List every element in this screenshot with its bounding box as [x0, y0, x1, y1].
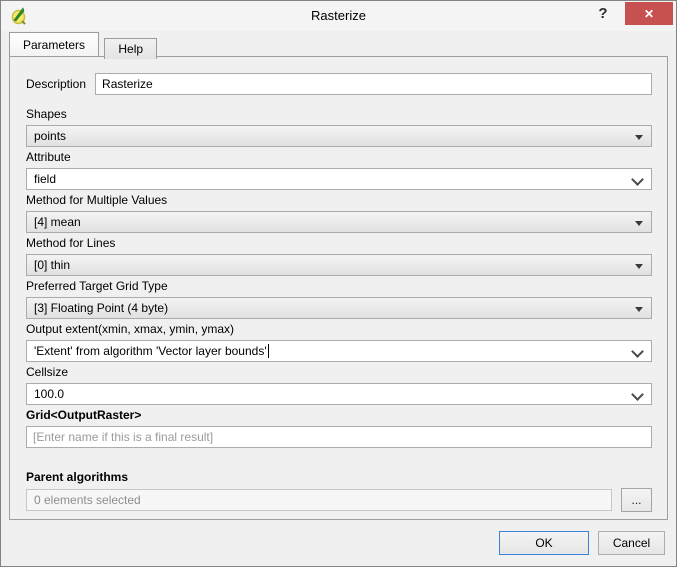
grid-type-select[interactable]: [3] Floating Point (4 byte) [26, 297, 652, 319]
method-multiple-values-label: Method for Multiple Values [26, 193, 652, 207]
cellsize-combobox[interactable]: 100.0 [26, 383, 652, 405]
method-multiple-values-group: Method for Multiple Values [4] mean [26, 193, 652, 233]
dropdown-arrow-icon [635, 264, 643, 269]
ok-button[interactable]: OK [499, 531, 589, 555]
shapes-value: points [34, 129, 66, 143]
attribute-group: Attribute field [26, 150, 652, 190]
description-row: Description [26, 73, 652, 95]
rasterize-dialog: Rasterize ? ✕ Parameters Help Descriptio… [0, 0, 677, 567]
dialog-button-bar: OK Cancel [1, 520, 676, 566]
method-multiple-values-value: [4] mean [34, 215, 81, 229]
output-extent-group: Output extent(xmin, xmax, ymin, ymax) 'E… [26, 322, 652, 362]
attribute-combobox[interactable]: field [26, 168, 652, 190]
dropdown-arrow-icon [635, 221, 643, 226]
method-lines-label: Method for Lines [26, 236, 652, 250]
window-title: Rasterize [1, 8, 676, 23]
parent-algorithms-row: 0 elements selected ... [26, 488, 652, 512]
parent-algorithms-field: 0 elements selected [26, 489, 612, 511]
grid-output-group: Grid<OutputRaster> [26, 408, 652, 448]
grid-type-value: [3] Floating Point (4 byte) [34, 301, 168, 315]
method-lines-value: [0] thin [34, 258, 70, 272]
method-lines-select[interactable]: [0] thin [26, 254, 652, 276]
tab-parameters[interactable]: Parameters [9, 32, 99, 56]
attribute-value: field [34, 172, 56, 186]
shapes-select[interactable]: points [26, 125, 652, 147]
close-icon: ✕ [644, 8, 654, 20]
parent-algorithms-group: Parent algorithms 0 elements selected ..… [26, 470, 652, 512]
method-multiple-values-select[interactable]: [4] mean [26, 211, 652, 233]
close-button[interactable]: ✕ [625, 2, 673, 25]
grid-output-input[interactable] [26, 426, 652, 448]
cellsize-value: 100.0 [34, 387, 64, 401]
output-extent-combobox[interactable]: 'Extent' from algorithm 'Vector layer bo… [26, 340, 652, 362]
cellsize-label: Cellsize [26, 365, 652, 379]
cellsize-group: Cellsize 100.0 [26, 365, 652, 405]
browse-button[interactable]: ... [621, 488, 652, 512]
shapes-label: Shapes [26, 107, 652, 121]
attribute-label: Attribute [26, 150, 652, 164]
chevron-down-icon [631, 173, 644, 186]
help-button[interactable]: ? [592, 5, 614, 25]
dropdown-arrow-icon [635, 307, 643, 312]
grid-type-group: Preferred Target Grid Type [3] Floating … [26, 279, 652, 319]
tab-help[interactable]: Help [104, 38, 157, 59]
parameters-panel: Description Shapes points Attribute fiel… [9, 56, 668, 520]
chevron-down-icon [631, 345, 644, 358]
description-label: Description [26, 77, 86, 91]
description-input[interactable] [95, 73, 652, 95]
grid-output-label: Grid<OutputRaster> [26, 408, 652, 422]
output-extent-value: 'Extent' from algorithm 'Vector layer bo… [34, 344, 267, 358]
grid-type-label: Preferred Target Grid Type [26, 279, 652, 293]
output-extent-label: Output extent(xmin, xmax, ymin, ymax) [26, 322, 652, 336]
text-cursor [268, 344, 269, 358]
tab-bar: Parameters Help [9, 32, 668, 56]
method-lines-group: Method for Lines [0] thin [26, 236, 652, 276]
shapes-group: Shapes points [26, 107, 652, 147]
title-bar: Rasterize ? ✕ [1, 1, 676, 31]
dropdown-arrow-icon [635, 135, 643, 140]
cancel-button[interactable]: Cancel [598, 531, 665, 555]
chevron-down-icon [631, 388, 644, 401]
parent-algorithms-label: Parent algorithms [26, 470, 652, 484]
